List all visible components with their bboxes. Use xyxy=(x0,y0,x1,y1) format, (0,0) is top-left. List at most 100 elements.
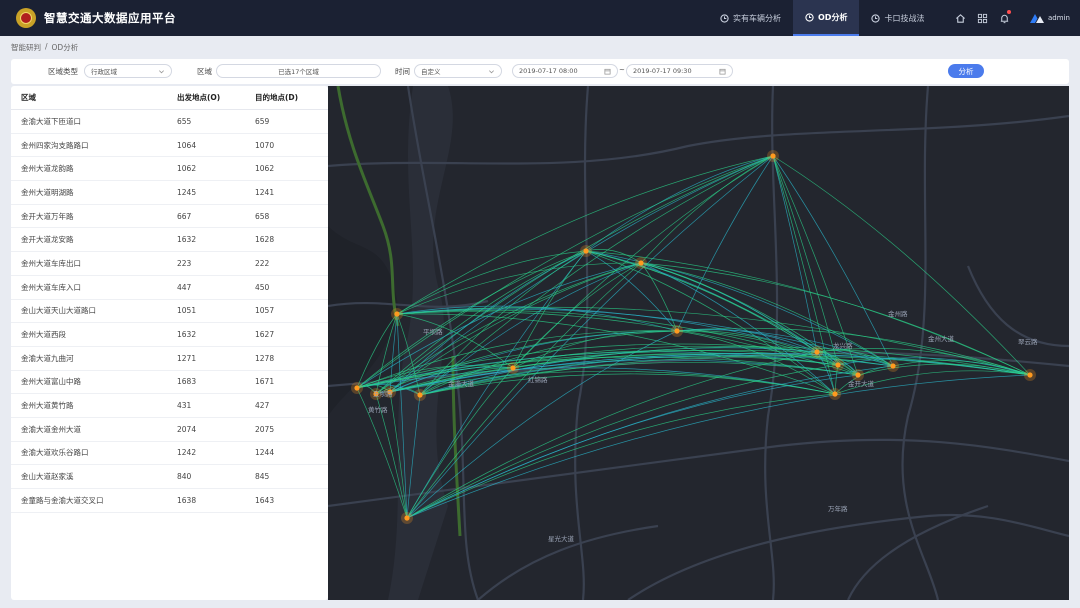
od-node xyxy=(394,311,400,317)
breadcrumb-parent[interactable]: 智能研判 xyxy=(11,42,41,53)
table-row[interactable]: 金山大道赵家溪 840 845 xyxy=(11,465,328,489)
header-tools: admin xyxy=(952,0,1070,36)
calendar-icon xyxy=(604,68,611,75)
region-cell: 金州大道龙韵路 xyxy=(21,164,74,174)
calendar-icon xyxy=(719,68,726,75)
origin-cell: 1632 xyxy=(177,330,197,340)
table-body: 金渝大道下匝道口 655 659 金州四家沟支路路口 1064 1070 金州大道龙韵路… xyxy=(11,110,328,513)
region-type-select[interactable]: 行政区域 xyxy=(84,64,172,78)
region-value: 已选17个区域 xyxy=(278,68,319,76)
road-label: 五坝路 xyxy=(373,389,393,398)
table-row[interactable]: 金州大道黄竹路 431 427 xyxy=(11,394,328,418)
road-label: 龙兴路 xyxy=(833,341,853,350)
region-cell: 金州大道富山中路 xyxy=(21,377,81,387)
table-header: 区域 出发地点(O) 目的地点(D) xyxy=(11,86,328,110)
tab-vehicle-analysis[interactable]: 实有车辆分析 xyxy=(708,0,793,36)
origin-cell: 1271 xyxy=(177,353,197,363)
table-row[interactable]: 金开大道万年路 667 658 xyxy=(11,205,328,229)
table-row[interactable]: 金渝大道欢乐谷路口 1242 1244 xyxy=(11,442,328,466)
destination-cell: 427 xyxy=(255,401,270,411)
chevron-down-icon xyxy=(159,70,164,74)
region-cell: 金渝大道下匝道口 xyxy=(21,116,81,126)
od-node xyxy=(832,391,838,397)
origin-cell: 1242 xyxy=(177,448,197,458)
time-value: 自定义 xyxy=(421,68,441,76)
main-nav: 实有车辆分析 OD分析 卡口技战法 xyxy=(708,0,936,36)
od-node xyxy=(354,385,360,391)
table-row[interactable]: 金州大道龙韵路 1062 1062 xyxy=(11,157,328,182)
start-time-input[interactable]: 2019-07-17 08:00 xyxy=(512,64,618,78)
origin-cell: 667 xyxy=(177,211,192,221)
origin-cell: 1051 xyxy=(177,306,197,316)
table-row[interactable]: 金童路与金渝大道交叉口 1638 1643 xyxy=(11,489,328,513)
app-title: 智慧交通大数据应用平台 xyxy=(44,11,176,25)
od-flow-map[interactable]: 平坝路 金开大道 黄竹路 金州大道 红锦路 龙兴路 星光大道 万年路 翠云路 金渝大道 五坝路 金州路 xyxy=(328,86,1069,600)
region-cell: 金渝大道金州大道 xyxy=(21,424,81,434)
brand-mark-icon xyxy=(1030,13,1044,23)
user-menu[interactable]: admin xyxy=(1030,13,1070,23)
road-label: 翠云路 xyxy=(1018,337,1038,346)
road-label: 金开大道 xyxy=(848,379,875,388)
origin-cell: 431 xyxy=(177,401,192,411)
table-row[interactable]: 金渝大道金州大道 2074 2075 xyxy=(11,418,328,442)
region-cell: 金州四家沟支路路口 xyxy=(21,140,89,150)
end-time-input[interactable]: 2019-07-17 09:30 xyxy=(626,64,733,78)
table-row[interactable]: 金州大道富山中路 1683 1671 xyxy=(11,371,328,395)
od-node xyxy=(1027,372,1033,378)
destination-cell: 1244 xyxy=(255,448,275,458)
origin-cell: 1632 xyxy=(177,235,197,245)
road-label: 红锦路 xyxy=(528,375,548,384)
table-row[interactable]: 金渝大道九曲河 1271 1278 xyxy=(11,347,328,371)
origin-cell: 2074 xyxy=(177,424,197,434)
road-label: 金州路 xyxy=(888,309,908,318)
table-row[interactable]: 金州四家沟支路路口 1064 1070 xyxy=(11,134,328,158)
od-node xyxy=(404,515,410,521)
table-row[interactable]: 金州大道西段 1632 1627 xyxy=(11,323,328,347)
tab-checkpoint-tactics[interactable]: 卡口技战法 xyxy=(859,0,936,36)
tab-od-analysis[interactable]: OD分析 xyxy=(793,0,860,36)
notification-badge xyxy=(1007,10,1011,14)
table-row[interactable]: 金州大道明湖路 1245 1241 xyxy=(11,181,328,205)
origin-cell: 655 xyxy=(177,116,192,126)
origin-cell: 447 xyxy=(177,282,192,292)
origin-cell: 1638 xyxy=(177,495,197,505)
table-row[interactable]: 金州大道车库出口 223 222 xyxy=(11,252,328,276)
region-cell: 金渝大道九曲河 xyxy=(21,353,74,363)
destination-cell: 1057 xyxy=(255,306,275,316)
tab-label: 实有车辆分析 xyxy=(733,13,781,23)
analyze-button[interactable]: 分析 xyxy=(948,64,984,78)
region-cell: 金开大道万年路 xyxy=(21,211,74,221)
home-icon[interactable] xyxy=(952,10,968,26)
table-row[interactable]: 金渝大道下匝道口 655 659 xyxy=(11,110,328,134)
od-node xyxy=(674,328,680,334)
time-select[interactable]: 自定义 xyxy=(414,64,502,78)
od-table-panel: 区域 出发地点(O) 目的地点(D) 金渝大道下匝道口 655 659 金州四家沟支… xyxy=(11,86,328,600)
destination-cell: 1278 xyxy=(255,353,275,363)
region-cell: 金童路与金渝大道交叉口 xyxy=(21,495,104,505)
table-row[interactable]: 金开大道龙安路 1632 1628 xyxy=(11,228,328,253)
od-node xyxy=(583,248,589,254)
destination-cell: 1627 xyxy=(255,330,275,340)
time-label: 时间 xyxy=(395,67,410,76)
region-cell: 金州大道明湖路 xyxy=(21,187,74,197)
origin-cell: 840 xyxy=(177,472,192,482)
username: admin xyxy=(1048,14,1070,22)
breadcrumb-separator: / xyxy=(45,42,48,51)
origin-cell: 1683 xyxy=(177,377,197,387)
region-label: 区域 xyxy=(197,67,212,76)
table-row[interactable]: 金州大道车库入口 447 450 xyxy=(11,276,328,300)
origin-cell: 1062 xyxy=(177,164,197,174)
origin-cell: 1064 xyxy=(177,140,197,150)
region-select[interactable]: 已选17个区域 xyxy=(216,64,381,78)
destination-cell: 2075 xyxy=(255,424,275,434)
destination-cell: 222 xyxy=(255,258,270,268)
table-row[interactable]: 金山大道天山大道路口 1051 1057 xyxy=(11,300,328,324)
destination-cell: 658 xyxy=(255,211,270,221)
notification-bell-icon[interactable] xyxy=(996,10,1012,26)
road-label: 金州大道 xyxy=(928,334,955,343)
od-node xyxy=(890,363,896,369)
grid-apps-icon[interactable] xyxy=(974,10,990,26)
breadcrumb: 智能研判 / OD分析 xyxy=(11,42,78,53)
region-cell: 金山大道天山大道路口 xyxy=(21,306,96,316)
police-emblem-logo xyxy=(16,8,36,28)
